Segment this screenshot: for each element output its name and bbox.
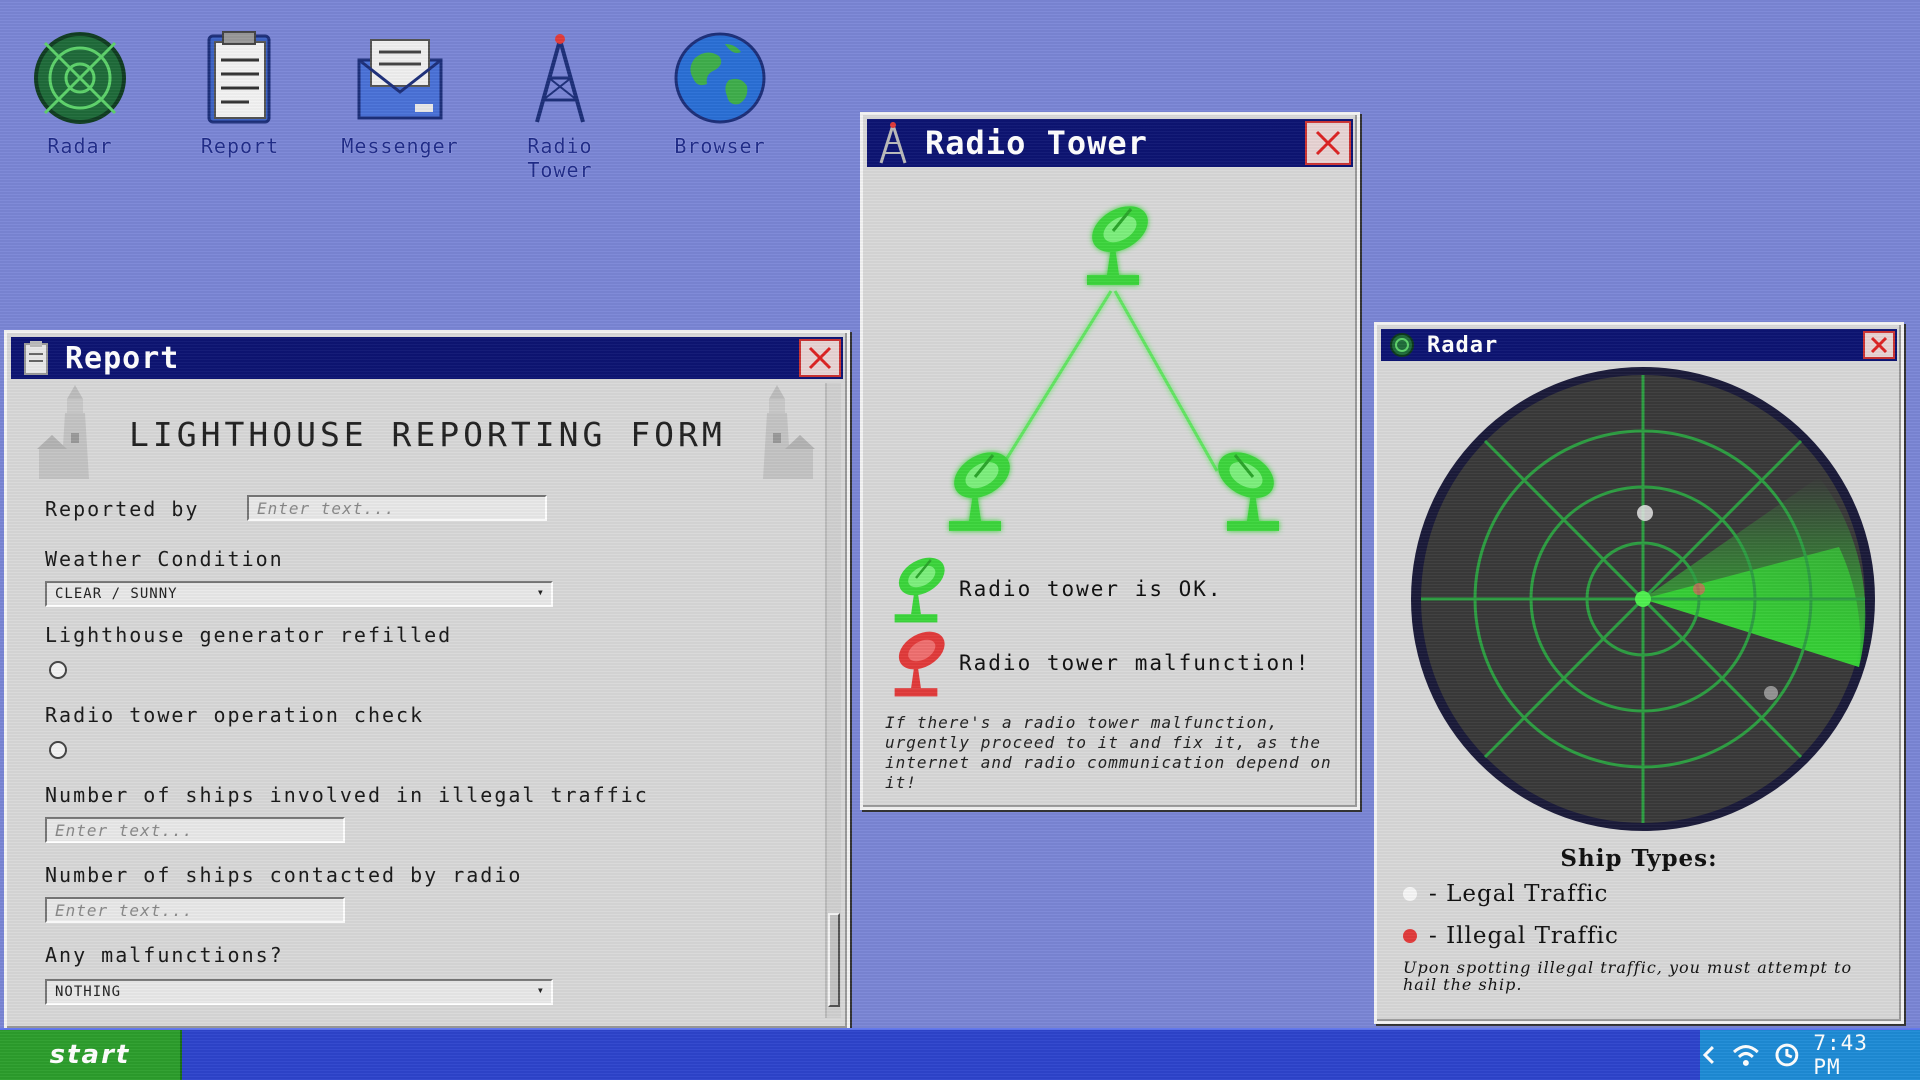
close-button[interactable] xyxy=(1305,121,1351,165)
desktop-icon-radar[interactable]: Radar xyxy=(10,30,150,158)
ship-illegal-blip[interactable] xyxy=(1693,583,1705,595)
link-line xyxy=(1113,290,1219,472)
legend-illegal: - Illegal Traffic xyxy=(1403,923,1619,949)
legend-malfunction-text: Radio tower malfunction! xyxy=(959,651,1311,675)
clock-icon[interactable] xyxy=(1774,1042,1800,1068)
tower-check-label: Radio tower operation check xyxy=(45,703,425,727)
reported-by-input[interactable] xyxy=(247,495,547,521)
radar-display[interactable] xyxy=(1399,367,1879,837)
malfunction-note: If there's a radio tower malfunction, ur… xyxy=(885,713,1332,792)
form-title: LIGHTHOUSE REPORTING FORM xyxy=(129,415,726,454)
lighthouse-icon xyxy=(763,385,815,479)
dish-ok-icon xyxy=(890,555,951,624)
desktop-icon-browser[interactable]: Browser xyxy=(650,30,790,158)
desktop-icon-label: Messenger xyxy=(341,134,459,158)
close-icon xyxy=(808,346,832,370)
close-icon xyxy=(1870,336,1888,354)
close-button[interactable] xyxy=(1863,331,1895,359)
dish-icon[interactable] xyxy=(1082,195,1158,287)
dish-malfunction-icon xyxy=(894,631,945,697)
legal-dot-icon xyxy=(1403,887,1417,901)
clipboard-icon xyxy=(207,31,271,124)
lighthouse-icon xyxy=(37,385,89,479)
radar-icon xyxy=(1390,333,1414,357)
dish-icon[interactable] xyxy=(1208,441,1284,533)
radar-note: Upon spotting illegal traffic, you must … xyxy=(1403,958,1853,994)
report-titlebar[interactable]: Report xyxy=(11,337,843,379)
radar-icon xyxy=(34,32,126,124)
chevron-left-icon[interactable] xyxy=(1700,1044,1718,1066)
generator-radio[interactable] xyxy=(49,661,67,679)
illegal-dot-icon xyxy=(1403,929,1417,943)
desktop-icon-label: Radar xyxy=(47,134,113,158)
window-title: Report xyxy=(65,340,180,376)
radar-center-dot xyxy=(1635,591,1651,607)
report-window: Report LIGHTHOUSE REPORTING FORM Reporte… xyxy=(4,330,850,1031)
legal-traffic-label: - Legal Traffic xyxy=(1429,881,1609,907)
contacted-ships-label: Number of ships contacted by radio xyxy=(45,863,523,887)
contacted-ships-input[interactable] xyxy=(45,897,345,923)
malfunctions-select[interactable]: NOTHING ▾ xyxy=(45,979,553,1005)
illegal-traffic-label: - Illegal Traffic xyxy=(1429,923,1619,949)
link-line xyxy=(997,290,1113,472)
wifi-icon[interactable] xyxy=(1732,1043,1760,1067)
envelope-icon xyxy=(357,39,443,120)
ship-types-title: Ship Types: xyxy=(1560,845,1718,872)
desktop-icon-label: Browser xyxy=(674,134,766,158)
report-form: LIGHTHOUSE REPORTING FORM Reported by We… xyxy=(11,383,825,1024)
scroll-thumb[interactable] xyxy=(828,913,840,1007)
clock-time: 7:43 PM xyxy=(1813,1031,1868,1079)
generator-label: Lighthouse generator refilled xyxy=(45,623,453,647)
window-title: Radio Tower xyxy=(925,124,1148,162)
system-tray: 7:43 PM xyxy=(1700,1030,1920,1080)
malfunctions-label: Any malfunctions? xyxy=(45,943,284,967)
desktop-icon-messenger[interactable]: Messenger xyxy=(330,30,470,158)
close-button[interactable] xyxy=(799,339,841,377)
illegal-ships-label: Number of ships involved in illegal traf… xyxy=(45,783,649,807)
reported-by-label: Reported by xyxy=(45,497,200,521)
radio-tower-icon xyxy=(535,34,585,123)
ship-legal-blip[interactable] xyxy=(1764,686,1778,700)
start-button[interactable]: start xyxy=(0,1030,182,1080)
weather-condition-label: Weather Condition xyxy=(45,547,284,571)
desktop-icon-radio-tower[interactable]: Radio Tower xyxy=(490,30,630,182)
weather-condition-select[interactable]: CLEAR / SUNNY ▾ xyxy=(45,581,553,607)
ship-legal-blip[interactable] xyxy=(1637,505,1653,521)
illegal-ships-input[interactable] xyxy=(45,817,345,843)
malfunctions-value: NOTHING xyxy=(55,984,122,1000)
dropdown-arrow-icon: ▾ xyxy=(536,585,545,599)
form-scrollbar[interactable] xyxy=(825,383,841,1018)
desktop-icon-label: Report xyxy=(200,134,280,158)
desktop-icon-report[interactable]: Report xyxy=(170,30,310,158)
close-icon xyxy=(1315,130,1341,156)
clipboard-icon xyxy=(24,341,48,375)
radar-window: Radar Ship Types: - Legal Traffic - Ille… xyxy=(1374,322,1904,1024)
desktop-icon-label: Radio Tower xyxy=(527,134,593,182)
radio-tower-window: Radio Tower Radio tower is OK. Radio tow… xyxy=(860,112,1360,810)
dropdown-arrow-icon: ▾ xyxy=(536,983,545,997)
radar-titlebar[interactable]: Radar xyxy=(1381,329,1897,361)
weather-condition-value: CLEAR / SUNNY xyxy=(55,586,178,602)
radio-tower-titlebar[interactable]: Radio Tower xyxy=(867,119,1353,167)
taskbar: start 7:43 PM xyxy=(0,1028,1920,1080)
legend-legal: - Legal Traffic xyxy=(1403,881,1608,907)
tower-check-radio[interactable] xyxy=(49,741,67,759)
legend-ok-text: Radio tower is OK. xyxy=(959,577,1223,601)
globe-icon xyxy=(674,32,766,124)
radio-tower-icon xyxy=(879,122,907,164)
window-title: Radar xyxy=(1427,332,1499,358)
tower-network-diagram xyxy=(944,195,1284,535)
